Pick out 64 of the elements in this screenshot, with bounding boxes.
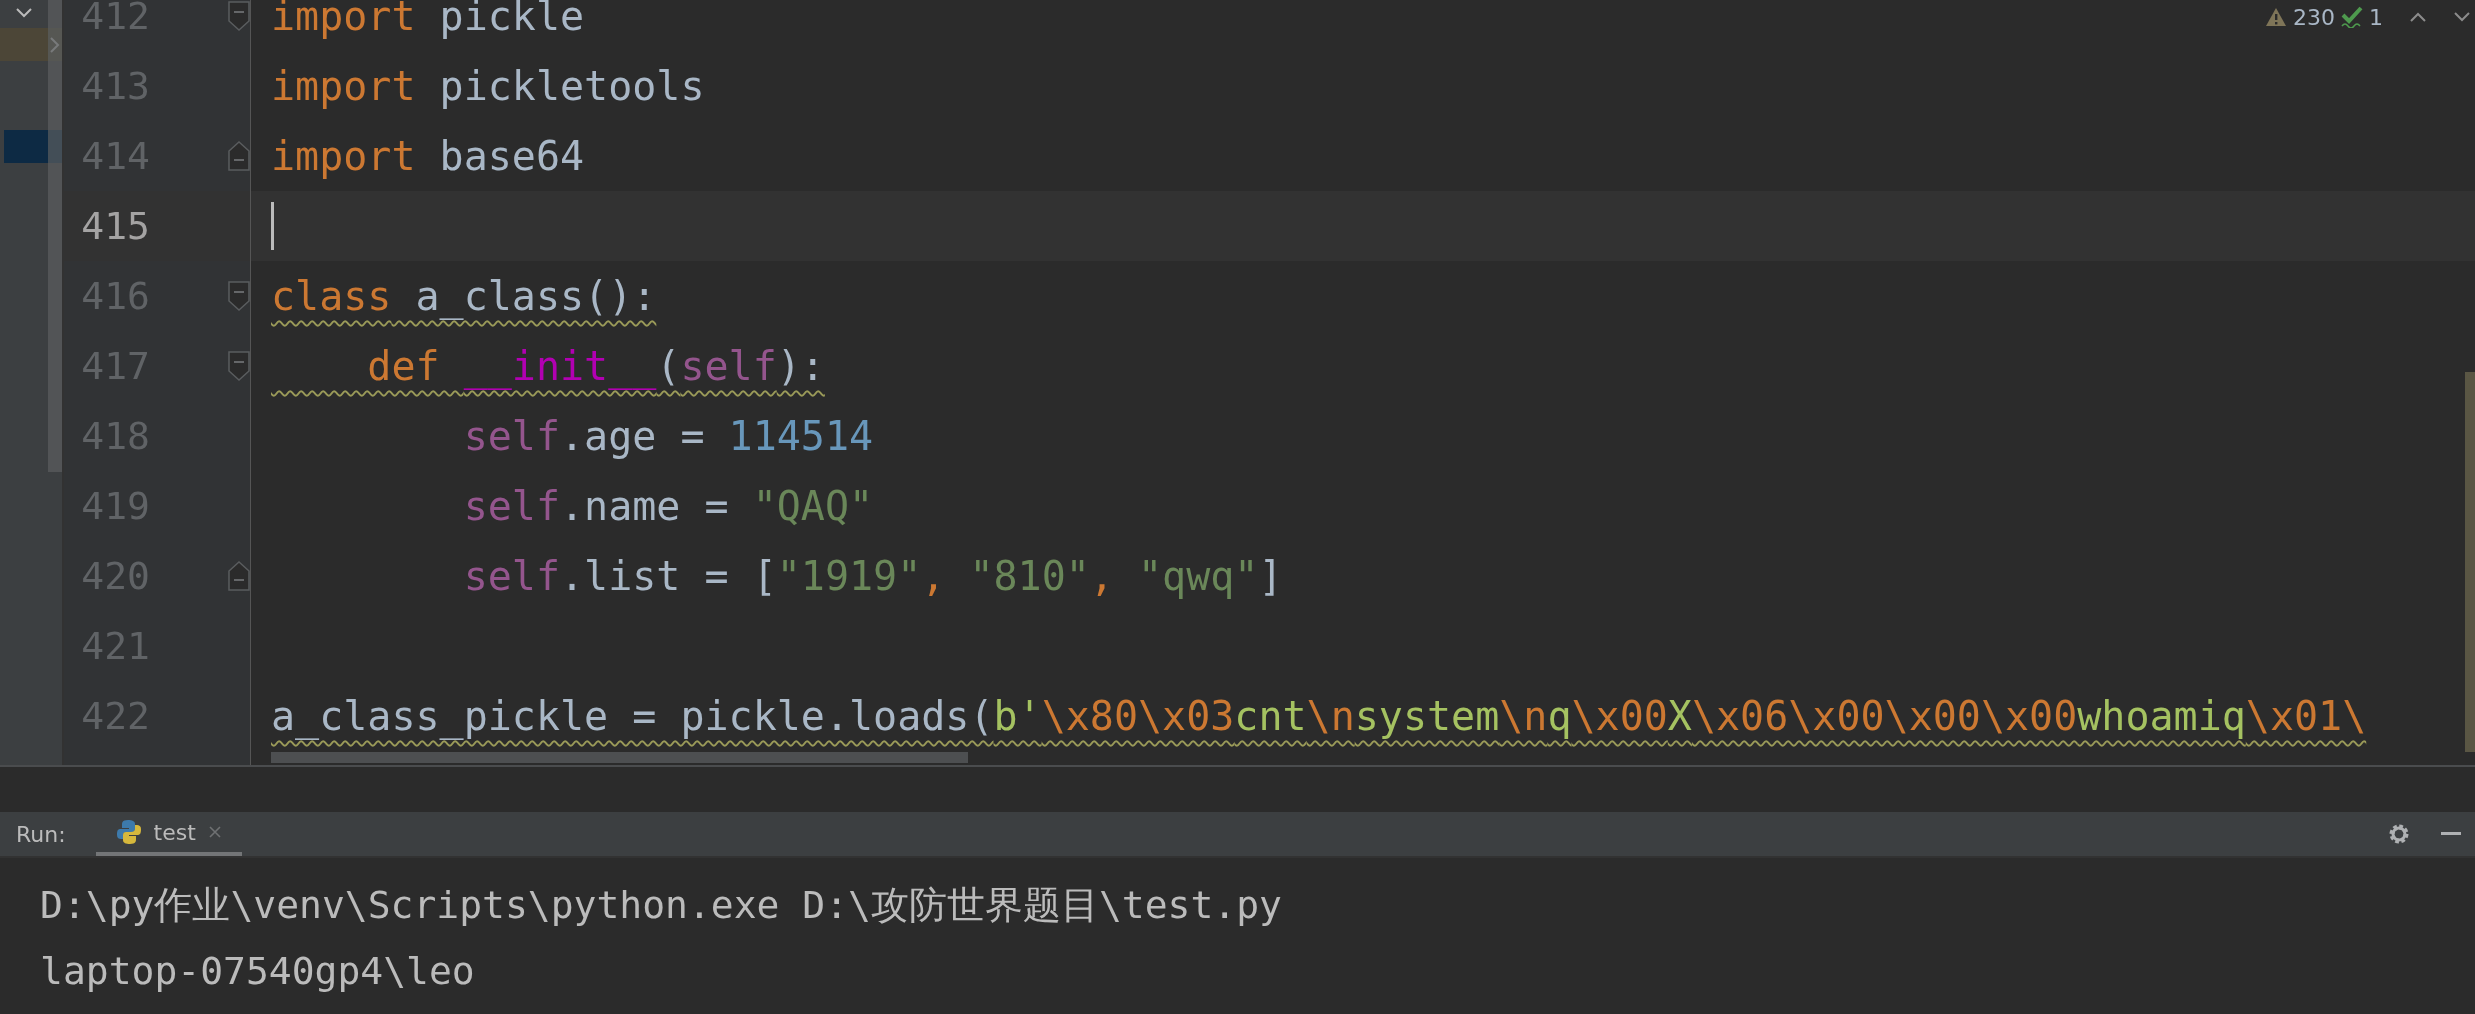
console-output-line: laptop-07540gp4\leo bbox=[40, 948, 476, 995]
escape-sequence: \n bbox=[1306, 693, 1355, 739]
bytes-literal: system bbox=[1354, 693, 1500, 739]
chevron-down-icon[interactable] bbox=[2453, 11, 2471, 23]
bytes-literal: b' bbox=[993, 693, 1042, 739]
checkmark-icon[interactable] bbox=[2341, 6, 2363, 28]
escape-sequence: \x80\x03 bbox=[1041, 693, 1235, 739]
fold-marker-icon[interactable] bbox=[228, 351, 250, 381]
keyword: import bbox=[271, 133, 416, 179]
run-label: Run: bbox=[16, 821, 66, 847]
code-text: pickle bbox=[438, 0, 585, 39]
bytes-literal: X bbox=[1667, 693, 1692, 739]
code-text: base64 bbox=[438, 133, 585, 179]
vertical-scrollbar[interactable] bbox=[2465, 372, 2475, 752]
text-caret bbox=[271, 202, 274, 250]
string-literal: "qwq" bbox=[1138, 553, 1259, 599]
close-icon[interactable] bbox=[207, 825, 222, 839]
self-keyword: self bbox=[680, 343, 777, 389]
warning-count: 230 bbox=[2293, 4, 2335, 30]
keyword: import bbox=[271, 0, 416, 39]
self-keyword: self bbox=[462, 553, 560, 599]
horizontal-scrollbar[interactable] bbox=[271, 752, 968, 763]
fold-marker-icon[interactable] bbox=[228, 141, 250, 171]
code-text: .list = [ bbox=[560, 553, 777, 599]
escape-sequence: \x06\x00\x00\x00 bbox=[1691, 693, 2078, 739]
chevron-down-icon[interactable] bbox=[14, 6, 34, 20]
string-literal: "QAQ" bbox=[752, 483, 874, 529]
settings-icon[interactable] bbox=[2387, 822, 2411, 846]
chevron-up-icon[interactable] bbox=[2409, 11, 2427, 23]
magic-method: __init__ bbox=[463, 343, 657, 389]
code-text: .age = bbox=[560, 413, 706, 459]
code-text: pickletools bbox=[438, 63, 705, 109]
keyword: import bbox=[271, 63, 416, 109]
bytes-literal: whoamiq bbox=[2077, 693, 2246, 739]
bytes-literal: q bbox=[1547, 693, 1572, 739]
fold-marker-icon[interactable] bbox=[228, 1, 250, 31]
code-text: a_class(): bbox=[414, 273, 657, 319]
number-literal: 114514 bbox=[728, 413, 874, 459]
line-number: 415 bbox=[80, 204, 150, 248]
keyword: , bbox=[1089, 553, 1115, 599]
code-text: ( bbox=[656, 343, 681, 389]
code-text: ): bbox=[776, 343, 825, 389]
code-text: .name = bbox=[560, 483, 730, 529]
self-keyword: self bbox=[462, 483, 560, 529]
code-text: a_class_pickle = pickle.loads( bbox=[271, 693, 994, 739]
minimize-icon[interactable] bbox=[2441, 832, 2461, 836]
string-literal: "1919" bbox=[776, 553, 922, 599]
string-literal: "810" bbox=[969, 553, 1090, 599]
fold-marker-icon[interactable] bbox=[228, 281, 250, 311]
bytes-literal: cnt bbox=[1234, 693, 1307, 739]
keyword: class bbox=[271, 273, 392, 319]
vertical-scrollbar[interactable] bbox=[48, 0, 62, 472]
escape-sequence: \x01\ bbox=[2245, 693, 2367, 739]
code-text: ] bbox=[1258, 553, 1283, 599]
self-keyword: self bbox=[462, 413, 560, 459]
keyword: , bbox=[921, 553, 947, 599]
console-output-line: D:\py作业\venv\Scripts\python.exe D:\攻防世界题目\test.py bbox=[40, 881, 1283, 929]
python-icon bbox=[115, 819, 142, 845]
check-count: 1 bbox=[2369, 4, 2383, 30]
escape-sequence: \n bbox=[1499, 693, 1548, 739]
escape-sequence: \x00 bbox=[1571, 693, 1668, 739]
keyword: def bbox=[366, 343, 441, 389]
fold-marker-icon[interactable] bbox=[228, 561, 250, 591]
warning-icon[interactable] bbox=[2265, 7, 2287, 27]
